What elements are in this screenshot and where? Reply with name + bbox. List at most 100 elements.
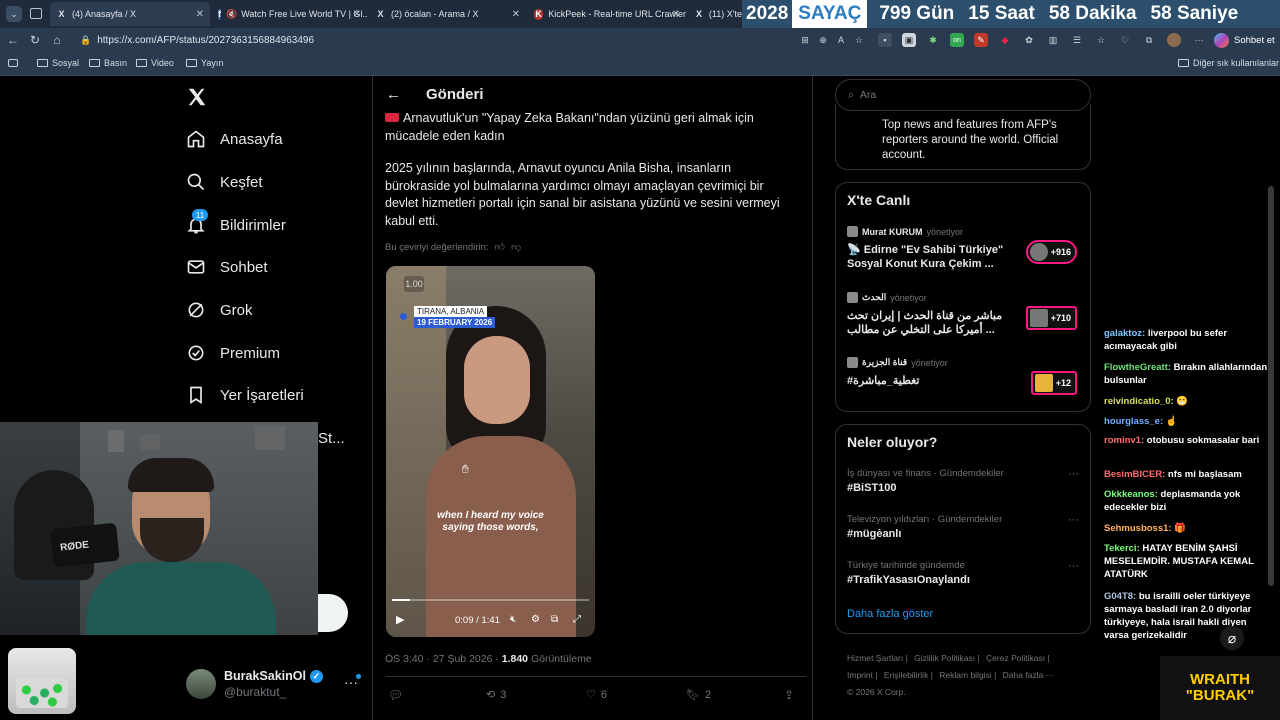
collections-icon[interactable]: ☰ xyxy=(1070,33,1084,47)
more-icon[interactable]: ··· xyxy=(1068,514,1079,526)
bookmark-folder[interactable]: Sosyal xyxy=(37,58,79,68)
live-item[interactable]: قناة الجزيرة yönetiyor #تغطية_مباشرة +12 xyxy=(847,357,1083,415)
other-bookmarks[interactable]: Diğer sık kullanılanlar xyxy=(1178,58,1279,68)
extension-icon[interactable]: ✱ xyxy=(926,33,940,47)
reload-icon[interactable]: ↻ xyxy=(24,29,46,51)
footer-link[interactable]: Imprint xyxy=(847,670,873,680)
host-avatar xyxy=(847,357,858,368)
extension-icon[interactable]: ▪ xyxy=(878,33,892,47)
sidebar-toggle-icon[interactable] xyxy=(8,59,18,67)
premium-icon xyxy=(186,343,206,363)
live-item[interactable]: الحدث yönetiyor مباشر من قناة الحدث | إيرا… xyxy=(847,292,1083,350)
address-bar[interactable]: 🔒 https://x.com/AFP/status/2027363156884… xyxy=(80,31,795,49)
x-logo-icon[interactable] xyxy=(186,86,208,108)
favorite-star-icon[interactable]: ☆ xyxy=(852,33,866,47)
chat-username: FlowtheGreatt: xyxy=(1104,362,1172,373)
bookmark-folder[interactable]: Video xyxy=(136,58,174,68)
settings-icon[interactable]: ⚙ xyxy=(531,614,540,625)
footer-link[interactable]: Çerez Politikası xyxy=(986,653,1045,663)
share-icon[interactable]: ⇪ xyxy=(784,688,794,702)
sidebar-item-bookmarks[interactable]: Yer İşaretleri xyxy=(186,385,304,405)
bookmark-button[interactable]: 🔖︎ 2 xyxy=(686,688,711,702)
extension-icon[interactable]: ▣ xyxy=(902,33,916,47)
sidebar-item-partial[interactable]: St... xyxy=(318,430,345,447)
sidebar-item-grok[interactable]: Grok xyxy=(186,300,253,320)
tab-3[interactable]: K KickPeek - Real-time URL Crawler ✕ xyxy=(528,2,686,26)
close-icon[interactable]: ✕ xyxy=(512,9,520,20)
back-arrow-icon[interactable]: ← xyxy=(386,86,401,103)
retweet-icon: ⟲ xyxy=(486,689,496,701)
extension-icon[interactable]: on xyxy=(950,33,964,47)
tab-4[interactable]: X (11) X'te xyxy=(688,2,742,26)
heart-icon[interactable]: ♡ xyxy=(1118,33,1132,47)
bookmark-folder[interactable]: Yayın xyxy=(186,58,223,68)
back-icon[interactable]: ← xyxy=(2,29,24,51)
avatar[interactable] xyxy=(1167,33,1181,47)
avatar[interactable] xyxy=(186,669,216,699)
more-icon[interactable]: ··· xyxy=(1068,468,1079,480)
like-button[interactable]: ♡ 6 xyxy=(586,688,607,702)
workspaces-icon[interactable] xyxy=(30,8,42,19)
sidebar-item-premium[interactable]: Premium xyxy=(186,343,280,363)
home-icon[interactable]: ⌂ xyxy=(46,29,68,51)
folder-icon xyxy=(1178,59,1189,67)
sidebar-item-home[interactable]: Anasayfa xyxy=(186,129,283,149)
playback-speed[interactable]: 1.00 xyxy=(404,276,424,292)
reply-icon[interactable]: 💬︎ xyxy=(388,688,403,702)
thumbs-up-icon[interactable]: 👍︎ xyxy=(495,241,505,253)
sidebar-item-messages[interactable]: Sohbet xyxy=(186,257,268,277)
puzzle-icon[interactable]: ✿ xyxy=(1022,33,1036,47)
tab-1[interactable]: f 🔇 Watch Free Live World TV | Gl... ✕ xyxy=(212,2,367,26)
bookmark-folder[interactable]: Basın xyxy=(89,58,127,68)
split-screen-icon[interactable]: ▥ xyxy=(1046,33,1060,47)
flag-icon xyxy=(385,113,399,122)
retweet-button[interactable]: ⟲ 3 xyxy=(486,688,506,702)
extension-icon[interactable]: ✎ xyxy=(974,33,988,47)
tab-0[interactable]: X (4) Anasayfa / X ✕ xyxy=(50,2,210,26)
tab-list-button[interactable]: ⌄ xyxy=(6,6,22,22)
more-icon[interactable]: ··· xyxy=(1192,33,1206,47)
sidebar-item-explore[interactable]: Keşfet xyxy=(186,172,263,192)
mute-icon[interactable]: 🔇 xyxy=(226,9,237,20)
picture-in-picture-icon[interactable]: ⧉ xyxy=(551,614,558,625)
footer-link[interactable]: Gizlilik Politikası xyxy=(914,653,975,663)
close-icon[interactable]: ✕ xyxy=(672,9,680,20)
live-title: X'te Canlı xyxy=(847,192,911,208)
more-icon[interactable]: ··· xyxy=(1068,560,1079,572)
afp-bio: Top news and features from AFP's reporte… xyxy=(882,119,1059,161)
footer-link[interactable]: Hizmet Şartları xyxy=(847,653,903,663)
thumbs-down-icon[interactable]: 👎︎ xyxy=(511,241,521,253)
trend-item[interactable]: Televizyon yıldızları · Gündemdekiler #m… xyxy=(847,514,1083,540)
grok-icon[interactable]: ⌀ xyxy=(1220,626,1244,650)
video-progress-track[interactable] xyxy=(392,599,589,601)
read-aloud-icon[interactable]: A xyxy=(834,33,848,47)
favorites-icon[interactable]: ☆ xyxy=(1094,33,1108,47)
apps-icon[interactable]: ⊞ xyxy=(798,33,812,47)
copilot-chat-button[interactable]: Sohbet et xyxy=(1214,31,1275,49)
collections-icon[interactable]: ⧉ xyxy=(1142,33,1156,47)
tab-2[interactable]: X (2) öcalan - Arama / X ✕ xyxy=(369,2,526,26)
host-avatar xyxy=(847,292,858,303)
video-player[interactable]: 1.00 TIRANA, ALBANIA 19 FEBRUARY 2026 wh… xyxy=(386,266,595,637)
sidebar-item-notifications[interactable]: 11 Bildirimler xyxy=(186,209,286,235)
volume-muted-icon[interactable]: 🔇︎ xyxy=(510,614,516,625)
fullscreen-icon[interactable]: ⤢ xyxy=(573,614,581,625)
footer-link[interactable]: Erişilebilirlik xyxy=(884,670,928,680)
zoom-icon[interactable]: ⊕ xyxy=(816,33,830,47)
live-thumbnail xyxy=(1029,243,1048,261)
footer-link[interactable]: Daha fazla ··· xyxy=(1003,670,1055,680)
live-item[interactable]: Murat KURUM yönetiyor 📡 Edirne "Ev Sahibi … xyxy=(847,226,1083,284)
play-icon[interactable]: ▶ xyxy=(396,613,404,626)
trend-item[interactable]: İş dünyası ve finans · Gündemdekiler #Bi… xyxy=(847,468,1083,494)
profile-name[interactable]: BurakSakinOl ✓ xyxy=(224,669,323,683)
show-more-link[interactable]: Daha fazla göster xyxy=(847,608,933,620)
close-icon[interactable]: ✕ xyxy=(353,9,361,20)
extension-icon[interactable]: ◆ xyxy=(998,33,1012,47)
footer-link[interactable]: Reklam bilgisi xyxy=(939,670,991,680)
close-icon[interactable]: ✕ xyxy=(196,9,204,20)
trend-item[interactable]: Türkiye tarihinde gündemde #TrafikYasası… xyxy=(847,560,1083,586)
search-icon xyxy=(186,172,206,192)
footer-links: Hizmet Şartları | Gizlilik Politikası | … xyxy=(847,653,1055,697)
tab-favicon: K xyxy=(534,8,544,20)
site-info-icon[interactable]: 🔒 xyxy=(80,35,91,46)
